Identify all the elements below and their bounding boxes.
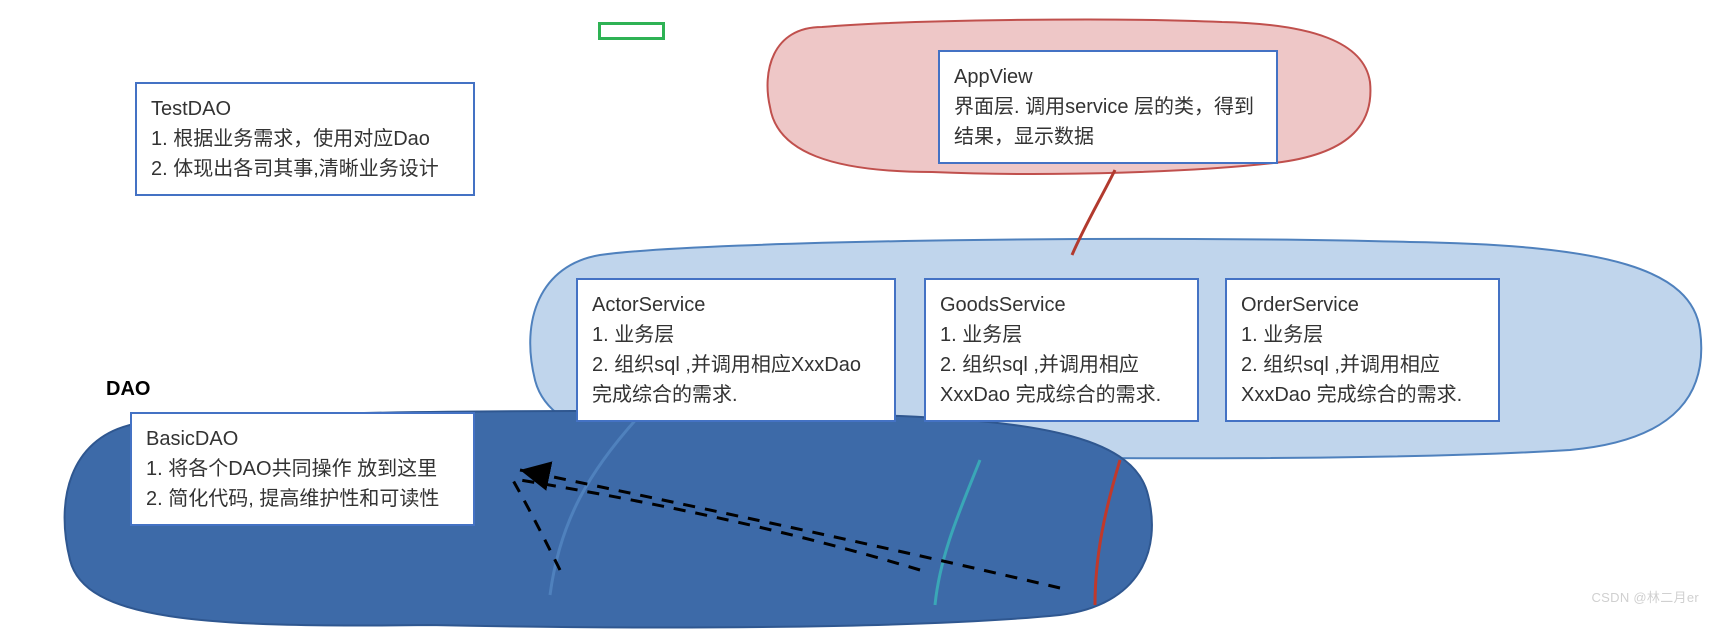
order-service-line3: XxxDao 完成综合的需求. [1241,380,1484,410]
box-order-service: OrderService 1. 业务层 2. 组织sql ,并调用相应 XxxD… [1225,278,1500,422]
order-service-line2: 2. 组织sql ,并调用相应 [1241,350,1484,380]
test-dao-title: TestDAO [151,94,459,124]
app-view-line2: 结果，显示数据 [954,122,1262,152]
actor-service-line3: 完成综合的需求. [592,380,880,410]
goods-service-line3: XxxDao 完成综合的需求. [940,380,1183,410]
actor-service-line2: 2. 组织sql ,并调用相应XxxDao [592,350,880,380]
actor-service-line1: 1. 业务层 [592,320,880,350]
actor-service-title: ActorService [592,290,880,320]
basic-dao-line1: 1. 将各个DAO共同操作 放到这里 [146,454,459,484]
goods-service-line2: 2. 组织sql ,并调用相应 [940,350,1183,380]
goods-service-title: GoodsService [940,290,1183,320]
app-view-title: AppView [954,62,1262,92]
basic-dao-line2: 2. 简化代码, 提高维护性和可读性 [146,484,459,514]
goods-service-line1: 1. 业务层 [940,320,1183,350]
box-actor-service: ActorService 1. 业务层 2. 组织sql ,并调用相应XxxDa… [576,278,896,422]
test-dao-line1: 1. 根据业务需求，使用对应Dao [151,124,459,154]
box-basic-dao: BasicDAO 1. 将各个DAO共同操作 放到这里 2. 简化代码, 提高维… [130,412,475,526]
app-view-line1: 界面层. 调用service 层的类，得到 [954,92,1262,122]
order-service-line1: 1. 业务层 [1241,320,1484,350]
dao-label: DAO [106,378,150,401]
test-dao-line2: 2. 体现出各司其事,清晰业务设计 [151,154,459,184]
box-app-view: AppView 界面层. 调用service 层的类，得到 结果，显示数据 [938,50,1278,164]
watermark: CSDN @林二月er [1591,587,1699,606]
green-rect-icon [598,22,665,40]
order-service-title: OrderService [1241,290,1484,320]
basic-dao-title: BasicDAO [146,424,459,454]
box-goods-service: GoodsService 1. 业务层 2. 组织sql ,并调用相应 XxxD… [924,278,1199,422]
box-test-dao: TestDAO 1. 根据业务需求，使用对应Dao 2. 体现出各司其事,清晰业… [135,82,475,196]
